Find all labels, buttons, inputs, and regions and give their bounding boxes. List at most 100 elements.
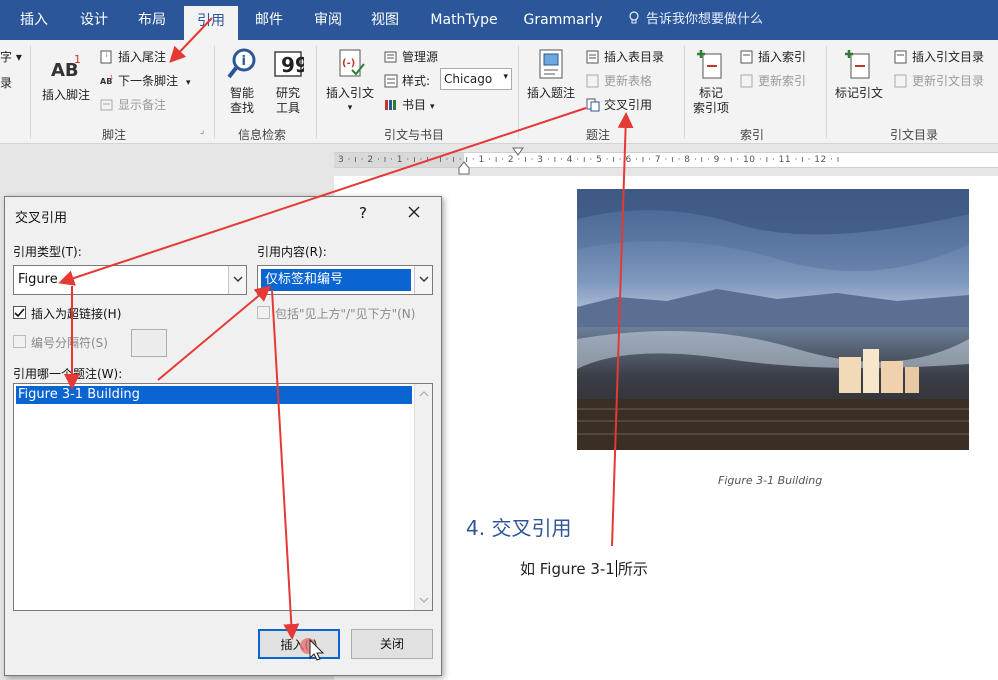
toc-item-clipped-2[interactable]: 录 — [0, 74, 12, 91]
manage-sources-button[interactable]: 管理源 — [384, 48, 438, 65]
show-notes-button[interactable]: 显示备注 — [100, 96, 166, 113]
captions-group-label: 题注 — [586, 128, 611, 142]
lightbulb-icon — [629, 11, 639, 24]
tab-review[interactable]: 审阅 — [304, 0, 352, 40]
citation-style-dropdown[interactable]: Chicago ▾ — [440, 68, 512, 90]
chevron-down-icon: ▾ — [186, 78, 191, 88]
listbox-scrollbar[interactable] — [414, 384, 432, 610]
caption-icon — [539, 49, 563, 79]
body-text-after: 所示 — [617, 560, 648, 578]
dialog-title: 交叉引用 — [15, 211, 68, 226]
insert-table-of-figures-button[interactable]: 插入表目录 — [586, 48, 664, 65]
first-line-indent-marker[interactable] — [512, 147, 524, 157]
checkmark-icon — [14, 308, 25, 318]
insert-endnote-label: 插入尾注 — [118, 50, 167, 64]
text-cursor — [615, 560, 617, 577]
group-separator — [518, 46, 519, 138]
chevron-down-icon: ▾ — [503, 72, 508, 82]
group-separator — [214, 46, 215, 138]
section-heading: 4. 交叉引用 — [466, 516, 572, 540]
reference-content-dropdown[interactable]: 仅标签和编号 — [257, 265, 433, 295]
horizontal-ruler[interactable]: 3 · ı · 2 · ı · 1 · ı · ı · ı · ı · ı · … — [334, 147, 998, 175]
update-table-button[interactable]: 更新表格 — [586, 72, 652, 89]
left-indent-marker[interactable] — [458, 161, 470, 175]
chevron-down-icon[interactable] — [419, 596, 429, 604]
tab-mailings[interactable]: 邮件 — [244, 0, 294, 40]
bibliography-icon — [385, 100, 396, 110]
figure-caption: Figure 3-1 Building — [718, 474, 823, 487]
toc-item-clipped[interactable]: 字 ▾ — [0, 48, 22, 65]
next-footnote-button[interactable]: AB 1 下一条脚注 ▾ — [100, 72, 191, 89]
chevron-down-icon: ▾ — [430, 102, 435, 112]
mark-citation-icon — [845, 50, 870, 79]
tab-view[interactable]: 视图 — [360, 0, 410, 40]
tab-design[interactable]: 设计 — [64, 0, 124, 40]
tab-mathtype[interactable]: MathType — [420, 0, 508, 40]
smart-lookup-label-2: 查找 — [229, 101, 254, 115]
insert-hyperlink-checkbox[interactable] — [13, 306, 26, 319]
style-selector: 样式: — [384, 72, 430, 89]
insert-index-icon — [740, 50, 753, 64]
update-toa-button[interactable]: 更新引文目录 — [894, 72, 984, 89]
help-button[interactable]: ? — [359, 204, 367, 222]
building-photo[interactable] — [577, 189, 969, 450]
insert-caption-label: 插入题注 — [526, 86, 575, 100]
show-notes-icon — [100, 99, 113, 111]
insert-endnote-button[interactable]: i 插入尾注 — [100, 48, 166, 65]
cross-reference-label: 交叉引用 — [604, 98, 653, 112]
include-above-below-checkbox[interactable] — [257, 306, 270, 319]
body-paragraph[interactable]: 如 Figure 3-1 所示 — [520, 558, 648, 579]
insert-toa-button[interactable]: 插入引文目录 — [894, 48, 984, 65]
citations-group-label: 引文与书目 — [384, 128, 445, 142]
quote-icon: 99 — [274, 51, 309, 77]
tab-layout[interactable]: 布局 — [124, 0, 180, 40]
close-button[interactable]: 关闭 — [351, 629, 433, 659]
insert-button[interactable]: 插入(I) — [258, 629, 340, 659]
update-table-icon — [586, 74, 599, 88]
svg-text:1: 1 — [74, 53, 81, 66]
reference-type-dropdown[interactable]: Figure — [13, 265, 247, 295]
mark-citation-button[interactable]: 标记引文 — [830, 48, 888, 101]
separator-input[interactable] — [131, 329, 167, 357]
research-tools-button[interactable]: 99 研究 工具 — [268, 48, 309, 116]
manage-sources-label: 管理源 — [402, 50, 439, 64]
insert-index-button[interactable]: 插入索引 — [740, 48, 806, 65]
footnote-ab-icon: AB 1 — [51, 53, 81, 81]
include-above-below-label: 包括"见上方"/"见下方"(N) — [275, 307, 416, 321]
cross-reference-button[interactable]: 交叉引用 — [586, 96, 652, 113]
reference-content-label: 引用内容(R): — [257, 245, 327, 259]
ribbon-tab-bar: 插入 设计 布局 引用 邮件 审阅 视图 MathType Grammarly … — [0, 0, 998, 40]
group-separator — [316, 46, 317, 138]
update-index-button[interactable]: 更新索引 — [740, 72, 806, 89]
tab-insert[interactable]: 插入 — [10, 0, 58, 40]
separate-numbers-checkbox[interactable] — [13, 335, 26, 348]
show-notes-label: 显示备注 — [118, 98, 167, 112]
mark-entry-button[interactable]: 标记 索引项 — [688, 48, 734, 116]
tell-me-text: 告诉我你想要做什么 — [646, 12, 764, 27]
reference-type-value: Figure — [18, 272, 58, 287]
close-icon[interactable] — [401, 201, 427, 225]
tab-grammarly[interactable]: Grammarly — [520, 0, 606, 40]
insert-caption-button[interactable]: 插入题注 — [522, 48, 580, 101]
mark-entry-label-1: 标记 — [698, 86, 723, 100]
tab-references[interactable]: 引用 — [184, 6, 238, 40]
caption-listbox[interactable]: Figure 3-1 Building — [13, 383, 433, 611]
insert-footnote-label: 插入脚注 — [41, 88, 90, 102]
mark-entry-label-2: 索引项 — [692, 101, 729, 115]
mark-citation-label: 标记引文 — [834, 86, 883, 100]
chevron-up-icon[interactable] — [419, 390, 429, 398]
mark-entry-icon — [697, 50, 722, 79]
insert-citation-button[interactable]: (-) 插入引文 ▾ — [320, 48, 380, 116]
tell-me-search[interactable]: 告诉我你想要做什么 — [628, 0, 763, 40]
dialog-launcher-icon[interactable]: ⌟ — [200, 126, 204, 136]
smart-lookup-button[interactable]: i 智能 查找 — [222, 48, 262, 116]
group-separator — [30, 46, 31, 138]
insert-toa-label: 插入引文目录 — [912, 50, 985, 64]
bibliography-button[interactable]: 书目 ▾ — [384, 96, 435, 113]
research-group-label: 信息检索 — [238, 128, 287, 142]
insert-footnote-button[interactable]: AB 1 插入脚注 — [36, 52, 96, 103]
dropdown-arrow[interactable] — [228, 266, 246, 294]
update-index-label: 更新索引 — [758, 74, 807, 88]
list-item[interactable]: Figure 3-1 Building — [16, 386, 412, 404]
dropdown-arrow[interactable] — [414, 266, 432, 294]
